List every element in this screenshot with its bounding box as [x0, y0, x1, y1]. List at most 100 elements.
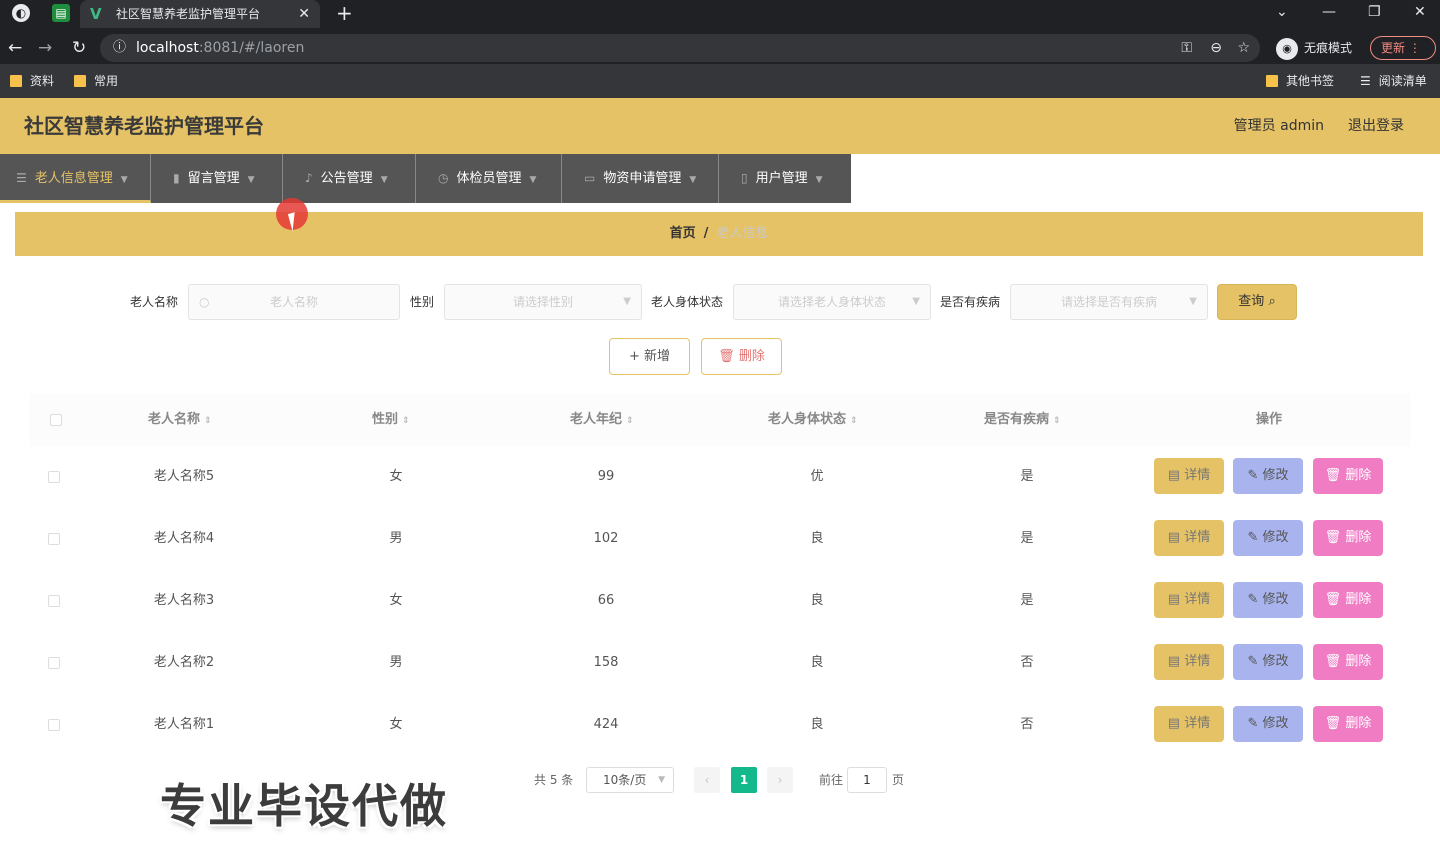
delete-button[interactable]: 🗑 删除	[1313, 706, 1383, 742]
query-button[interactable]: 查询 ⌕	[1217, 284, 1297, 320]
breadcrumb-home[interactable]: 首页	[670, 226, 696, 241]
document-icon: ▤	[1167, 716, 1185, 731]
delete-button-label: 删除	[1345, 468, 1372, 483]
delete-button[interactable]: 🗑 删除	[1313, 458, 1383, 494]
update-button[interactable]: 更新 ⋮	[1370, 36, 1436, 60]
detail-button[interactable]: ▤ 详情	[1154, 520, 1224, 556]
bookmark-folder-1[interactable]: 常用	[74, 73, 118, 89]
sort-icon[interactable]: ⇕	[402, 416, 410, 426]
address-bar[interactable]: ⓘ localhost:8081/#/laoren ⚿ ⊖ ☆	[100, 34, 1260, 62]
delete-button[interactable]: 🗑 删除	[1313, 644, 1383, 680]
logout-link[interactable]: 退出登录	[1348, 98, 1404, 154]
search-form: 老人名称 ○ 老人名称 性别 请选择性别 ▼ 老人身体状态 请选择老人身体状态 ▼ 是…	[0, 284, 1440, 320]
tab-close-icon[interactable]: ✕	[298, 0, 310, 28]
delete-button-label: 删除	[1345, 716, 1372, 731]
name-placeholder: 老人名称	[269, 295, 318, 309]
incognito-indicator[interactable]: ◉ 无痕模式	[1276, 36, 1352, 60]
menu-label: 体检员管理	[456, 171, 522, 186]
chevron-down-icon: ▼	[658, 775, 665, 785]
sort-icon[interactable]: ⇕	[850, 416, 858, 426]
edit-button[interactable]: ✎ 修改	[1233, 458, 1303, 494]
page-size-select[interactable]: 10条/页 ▼	[586, 767, 674, 793]
next-page-icon[interactable]: ›	[767, 767, 793, 793]
sort-icon[interactable]: ⇕	[626, 416, 634, 426]
key-icon[interactable]: ⚿	[1181, 34, 1192, 62]
window-close-icon[interactable]: ✕	[1414, 0, 1426, 24]
col-status[interactable]: 老人身体状态 ⇕	[768, 394, 858, 447]
tab-search-icon[interactable]: ⌄	[1276, 0, 1288, 24]
gender-select[interactable]: 请选择性别 ▼	[444, 284, 642, 320]
other-bookmarks[interactable]: 其他书签	[1266, 73, 1334, 89]
sheets-tab-icon[interactable]: ▤	[52, 4, 70, 22]
browser-menu-icon[interactable]: ◐	[12, 4, 30, 22]
sort-icon[interactable]: ⇕	[1053, 416, 1061, 426]
forward-icon[interactable]: →	[38, 36, 52, 60]
chevron-down-icon: ▼	[120, 175, 128, 185]
new-tab-button[interactable]: +	[336, 0, 353, 26]
page-number[interactable]: 1	[731, 767, 757, 793]
menu-item-messages[interactable]: ▮ 留言管理 ▼	[151, 154, 283, 203]
minimize-icon[interactable]: —	[1322, 0, 1336, 24]
menu-item-examiners[interactable]: ◷ 体检员管理 ▼	[416, 154, 562, 203]
delete-button-label: 删除	[1345, 530, 1372, 545]
table-row: 老人名称3 女 66 良是 ▤ 详情 ✎ 修改 🗑 删除	[30, 570, 1410, 632]
table-body: 老人名称5 女 99 优是 ▤ 详情 ✎ 修改 🗑 删除 老人名称4 男 102 良是 ▤ 详情 ✎ 修…	[30, 446, 1410, 756]
star-icon[interactable]: ☆	[1237, 34, 1250, 62]
detail-button[interactable]: ▤ 详情	[1154, 644, 1224, 680]
edit-button[interactable]: ✎ 修改	[1233, 520, 1303, 556]
col-name[interactable]: 老人名称 ⇕	[148, 394, 212, 447]
menu-item-elder-info[interactable]: ☰ 老人信息管理 ▼	[0, 154, 151, 203]
reload-icon[interactable]: ↻	[72, 36, 86, 60]
menu-item-notices[interactable]: ♪ 公告管理 ▼	[283, 154, 416, 203]
row-checkbox[interactable]	[48, 657, 60, 669]
batch-delete-button[interactable]: 🗑 删除	[701, 338, 782, 375]
add-button[interactable]: + 新增	[609, 338, 690, 375]
row-checkbox[interactable]	[48, 719, 60, 731]
row-checkbox[interactable]	[48, 595, 60, 607]
row-checkbox[interactable]	[48, 471, 60, 483]
row-checkbox[interactable]	[48, 533, 60, 545]
reading-list-icon: ☰	[1360, 74, 1371, 88]
pager-total: 共 5 条	[534, 773, 574, 787]
select-all-checkbox[interactable]	[50, 414, 62, 426]
edit-button[interactable]: ✎ 修改	[1233, 582, 1303, 618]
delete-button[interactable]: 🗑 删除	[1313, 582, 1383, 618]
menu-item-users[interactable]: ▯ 用户管理 ▼	[719, 154, 851, 203]
col-age[interactable]: 老人年纪 ⇕	[570, 394, 634, 447]
folder-icon	[74, 75, 86, 87]
cell-name: 老人名称3	[153, 593, 215, 608]
page-size-value: 10条/页	[603, 773, 647, 787]
table-header: 老人名称 ⇕ 性别 ⇕ 老人年纪 ⇕ 老人身体状态 ⇕ 是否有疾病 ⇕ 操作	[30, 394, 1410, 446]
detail-button[interactable]: ▤ 详情	[1154, 582, 1224, 618]
gender-placeholder: 请选择性别	[512, 295, 573, 309]
chevron-down-icon: ▼	[1189, 296, 1197, 307]
col-gender[interactable]: 性别 ⇕	[372, 394, 410, 447]
col-disease-label: 是否有疾病	[984, 412, 1050, 427]
edit-button[interactable]: ✎ 修改	[1233, 644, 1303, 680]
cell-disease: 是	[1020, 593, 1034, 608]
bookmark-folder-0[interactable]: 资料	[10, 73, 54, 89]
name-input[interactable]: ○ 老人名称	[188, 284, 400, 320]
status-select[interactable]: 请选择老人身体状态 ▼	[733, 284, 931, 320]
sort-icon[interactable]: ⇕	[204, 416, 212, 426]
prev-page-icon[interactable]: ‹	[694, 767, 720, 793]
delete-button[interactable]: 🗑 删除	[1313, 520, 1383, 556]
update-label: 更新	[1381, 41, 1406, 55]
edit-button[interactable]: ✎ 修改	[1233, 706, 1303, 742]
site-info-icon[interactable]: ⓘ	[113, 34, 126, 62]
detail-button[interactable]: ▤ 详情	[1154, 458, 1224, 494]
cell-gender: 女	[389, 717, 403, 732]
tab-strip: ◐ ▤ V 社区智慧养老监护管理平台 ✕ + ⌄ — ❐ ✕	[0, 0, 1440, 28]
active-tab[interactable]: V 社区智慧养老监护管理平台 ✕	[80, 0, 320, 28]
col-disease[interactable]: 是否有疾病 ⇕	[984, 394, 1061, 447]
menu-item-supplies[interactable]: ▭ 物资申请管理 ▼	[562, 154, 719, 203]
maximize-icon[interactable]: ❐	[1368, 0, 1381, 24]
goto-page-input[interactable]: 1	[847, 767, 887, 793]
table-row: 老人名称5 女 99 优是 ▤ 详情 ✎ 修改 🗑 删除	[30, 446, 1410, 508]
zoom-icon[interactable]: ⊖	[1210, 34, 1222, 62]
breadcrumb-current: 老人信息	[716, 226, 769, 241]
back-icon[interactable]: ←	[8, 36, 22, 60]
reading-list[interactable]: ☰ 阅读清单	[1360, 73, 1427, 89]
detail-button[interactable]: ▤ 详情	[1154, 706, 1224, 742]
disease-select[interactable]: 请选择是否有疾病 ▼	[1010, 284, 1208, 320]
